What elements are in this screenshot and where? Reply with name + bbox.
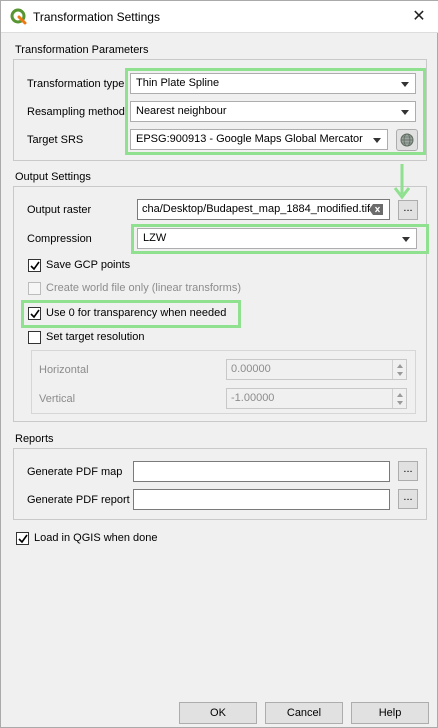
- compression-select[interactable]: LZW: [137, 228, 417, 249]
- output-settings-title: Output Settings: [15, 171, 91, 183]
- save-gcp-checkbox[interactable]: [28, 259, 41, 272]
- help-button[interactable]: Help: [351, 702, 429, 724]
- spin-divider: [392, 360, 406, 379]
- resampling-method-select[interactable]: Nearest neighbour: [130, 101, 416, 122]
- chevron-down-icon: [402, 237, 410, 242]
- compression-value: LZW: [143, 232, 167, 244]
- spin-down-icon[interactable]: [397, 372, 403, 376]
- spin-up-icon[interactable]: [397, 364, 403, 368]
- horizontal-value: 0.00000: [231, 363, 271, 375]
- spin-divider: [392, 389, 406, 408]
- load-in-qgis-label: Load in QGIS when done: [34, 532, 158, 544]
- pdf-map-label: Generate PDF map: [27, 466, 123, 478]
- window-title: Transformation Settings: [33, 10, 160, 24]
- checkmark-icon: [18, 534, 28, 544]
- checkmark-icon: [30, 261, 40, 271]
- cancel-button[interactable]: Cancel: [265, 702, 343, 724]
- vertical-value: -1.00000: [231, 392, 275, 404]
- reports-title: Reports: [15, 433, 54, 445]
- target-srs-label: Target SRS: [27, 134, 84, 146]
- transformation-settings-dialog: Transformation Settings ✕ Transformation…: [0, 0, 438, 728]
- resampling-method-value: Nearest neighbour: [136, 105, 227, 117]
- vertical-label: Vertical: [39, 393, 76, 405]
- chevron-down-icon: [373, 138, 381, 143]
- use-zero-transparency-checkbox[interactable]: [28, 307, 41, 320]
- save-gcp-label: Save GCP points: [46, 259, 131, 271]
- resampling-method-label: Resampling method: [27, 106, 125, 118]
- close-button[interactable]: ✕: [407, 5, 431, 29]
- output-raster-value: cha/Desktop/Budapest_map_1884_modified.t…: [142, 203, 371, 215]
- compression-label: Compression: [27, 233, 92, 245]
- srs-selector-button[interactable]: [396, 129, 418, 151]
- transformation-parameters-title: Transformation Parameters: [15, 44, 149, 56]
- chevron-down-icon: [401, 82, 409, 87]
- down-arrow-icon: [393, 164, 411, 200]
- globe-projection-icon: [400, 133, 414, 147]
- qgis-logo-icon: [10, 8, 27, 25]
- world-file-label: Create world file only (linear transform…: [46, 282, 242, 294]
- world-file-checkbox[interactable]: [28, 282, 41, 295]
- load-in-qgis-checkbox[interactable]: [16, 532, 29, 545]
- spin-up-icon[interactable]: [397, 393, 403, 397]
- target-srs-select[interactable]: EPSG:900913 - Google Maps Global Mercato…: [130, 129, 388, 150]
- pdf-report-browse-button[interactable]: ...: [398, 489, 418, 509]
- pdf-map-browse-button[interactable]: ...: [398, 461, 418, 481]
- chevron-down-icon: [401, 110, 409, 115]
- transformation-type-select[interactable]: Thin Plate Spline: [130, 73, 416, 94]
- pdf-map-field[interactable]: [133, 461, 390, 482]
- output-raster-label: Output raster: [27, 204, 92, 216]
- output-raster-browse-button[interactable]: ...: [398, 200, 418, 220]
- vertical-spinbox[interactable]: -1.00000: [226, 388, 407, 409]
- transformation-type-value: Thin Plate Spline: [136, 77, 220, 89]
- horizontal-spinbox[interactable]: 0.00000: [226, 359, 407, 380]
- ok-button[interactable]: OK: [179, 702, 257, 724]
- pdf-report-field[interactable]: [133, 489, 390, 510]
- output-raster-field[interactable]: cha/Desktop/Budapest_map_1884_modified.t…: [137, 199, 390, 220]
- target-resolution-checkbox[interactable]: [28, 331, 41, 344]
- target-resolution-label: Set target resolution: [46, 331, 145, 343]
- horizontal-label: Horizontal: [39, 364, 89, 376]
- target-srs-value: EPSG:900913 - Google Maps Global Mercato…: [136, 133, 363, 145]
- title-bar: Transformation Settings ✕: [1, 1, 438, 33]
- transformation-type-label: Transformation type: [27, 78, 125, 90]
- pdf-report-label: Generate PDF report: [27, 494, 130, 506]
- clear-field-icon[interactable]: [369, 204, 383, 215]
- checkmark-icon: [30, 309, 40, 319]
- spin-down-icon[interactable]: [397, 401, 403, 405]
- use-zero-transparency-label: Use 0 for transparency when needed: [46, 307, 227, 319]
